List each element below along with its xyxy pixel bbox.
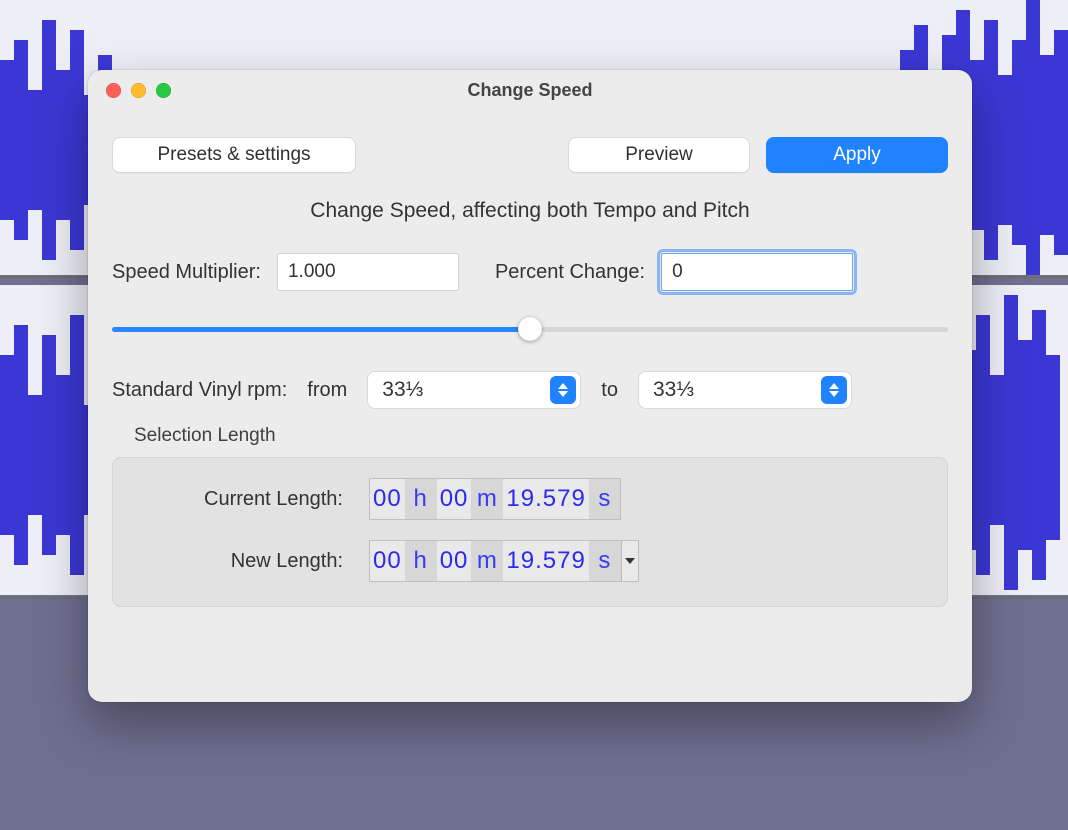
presets-settings-button[interactable]: Presets & settings: [112, 137, 356, 173]
vinyl-to-label: to: [601, 379, 618, 402]
selection-length-panel: Current Length: 00 h 00 m 19.579 s New L…: [112, 457, 948, 607]
preview-button[interactable]: Preview: [568, 137, 750, 173]
toolbar: Presets & settings Preview Apply: [88, 115, 972, 173]
apply-button[interactable]: Apply: [766, 137, 948, 173]
selection-length-group: Selection Length Current Length: 00 h 00…: [112, 425, 948, 607]
dialog-subtitle: Change Speed, affecting both Tempo and P…: [88, 199, 972, 223]
percent-change-label: Percent Change:: [495, 261, 645, 284]
vinyl-to-value: 33⅓: [653, 378, 694, 402]
percent-change-input[interactable]: 0: [661, 253, 853, 291]
time-unit-h: h: [406, 541, 437, 581]
titlebar: Change Speed: [88, 70, 972, 115]
speed-slider[interactable]: [112, 315, 948, 343]
slider-knob[interactable]: [518, 317, 542, 341]
time-minutes[interactable]: 00: [437, 541, 473, 581]
time-minutes[interactable]: 00: [437, 479, 473, 519]
speed-multiplier-input[interactable]: 1.000: [277, 253, 459, 291]
vinyl-label: Standard Vinyl rpm:: [112, 379, 287, 402]
time-unit-m: m: [472, 479, 503, 519]
vinyl-from-value: 33⅓: [382, 378, 423, 402]
speed-row: Speed Multiplier: 1.000 Percent Change: …: [88, 253, 972, 291]
time-unit-m: m: [472, 541, 503, 581]
speed-multiplier-label: Speed Multiplier:: [112, 261, 261, 284]
time-hours[interactable]: 00: [370, 541, 406, 581]
time-seconds[interactable]: 19.579: [503, 541, 589, 581]
new-length-value[interactable]: 00 h 00 m 19.579 s: [369, 540, 639, 582]
chevron-up-down-icon: [550, 376, 576, 404]
time-seconds[interactable]: 19.579: [503, 479, 589, 519]
selection-length-label: Selection Length: [134, 425, 948, 447]
vinyl-to-select[interactable]: 33⅓: [638, 371, 852, 409]
time-hours[interactable]: 00: [370, 479, 406, 519]
chevron-up-down-icon: [821, 376, 847, 404]
time-unit-s: s: [590, 541, 621, 581]
current-length-value[interactable]: 00 h 00 m 19.579 s: [369, 478, 621, 520]
current-length-label: Current Length:: [143, 488, 343, 511]
time-unit-h: h: [406, 479, 437, 519]
window-title: Change Speed: [88, 80, 972, 101]
change-speed-dialog: Change Speed Presets & settings Preview …: [88, 70, 972, 702]
time-unit-s: s: [590, 479, 620, 519]
new-length-label: New Length:: [143, 550, 343, 573]
time-format-dropdown[interactable]: [621, 541, 638, 581]
vinyl-from-select[interactable]: 33⅓: [367, 371, 581, 409]
vinyl-from-label: from: [307, 379, 347, 402]
vinyl-row: Standard Vinyl rpm: from 33⅓ to 33⅓: [88, 371, 972, 409]
